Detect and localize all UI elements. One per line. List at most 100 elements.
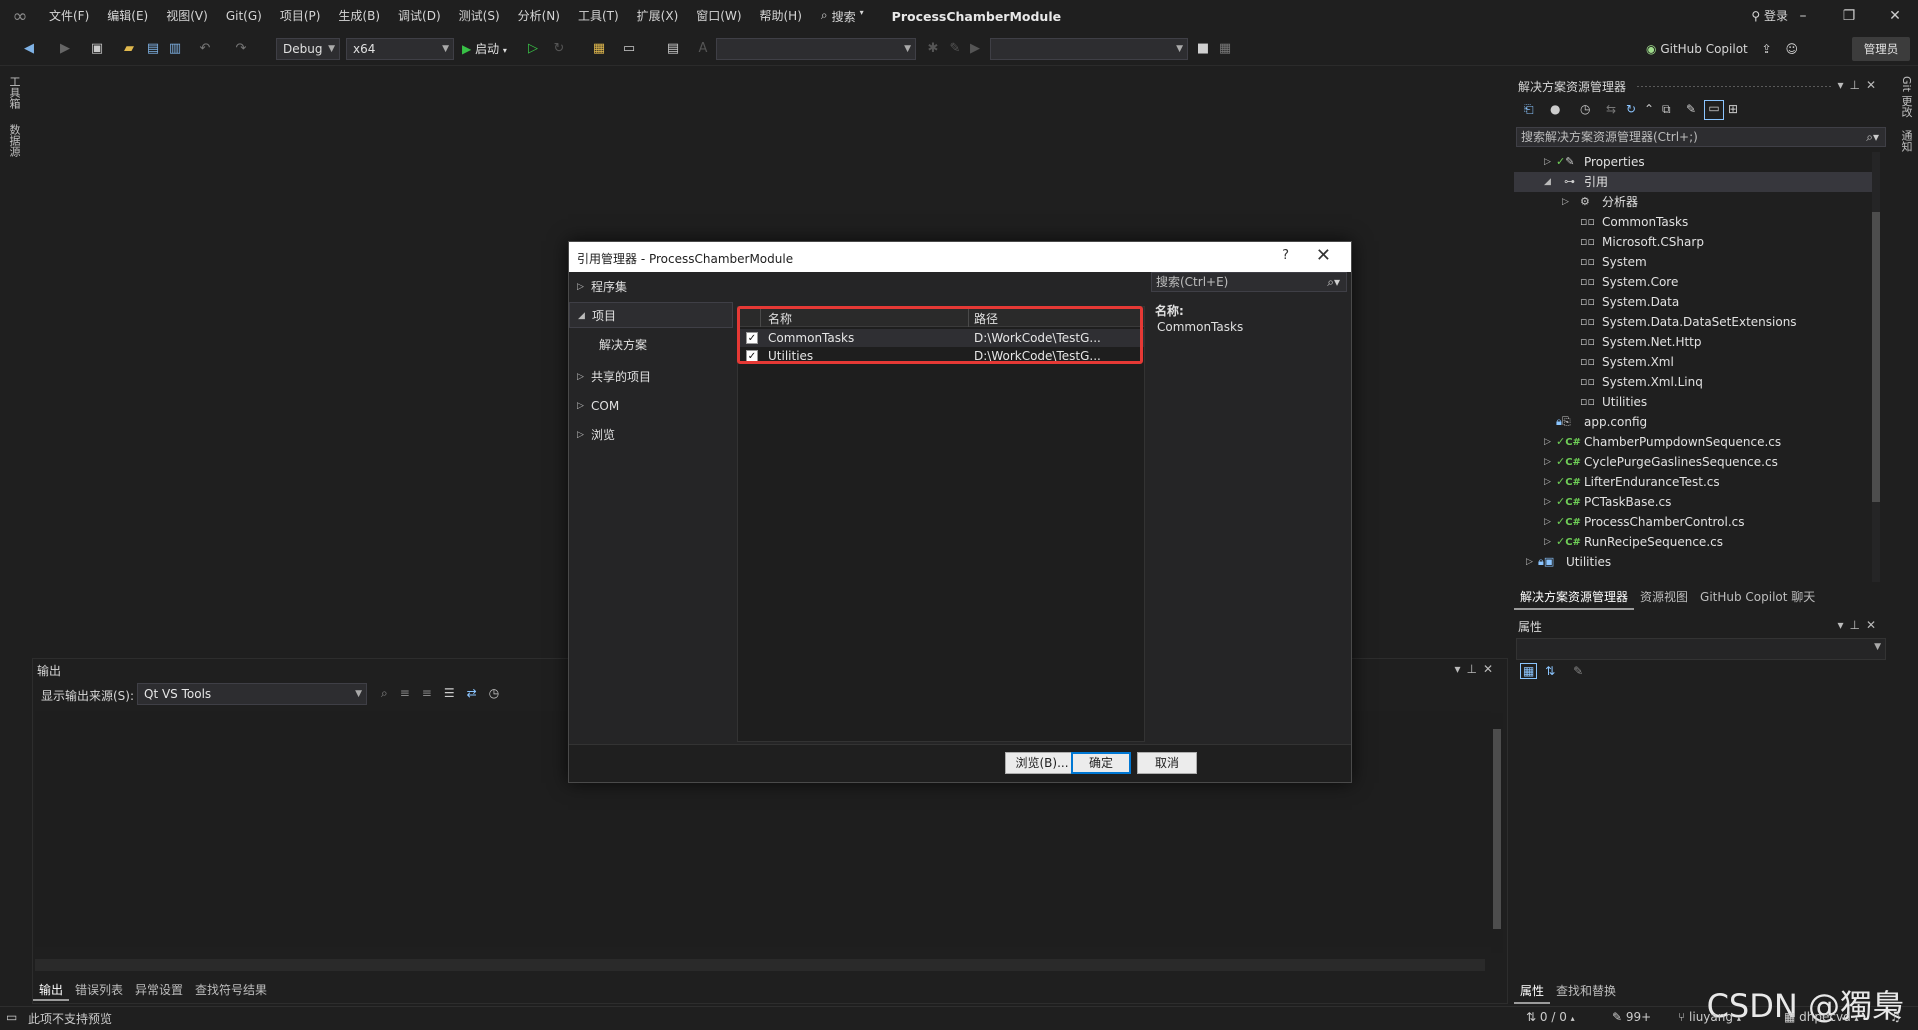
expand-arrow-icon[interactable]: ▷ xyxy=(1544,152,1556,172)
pending-changes-icon[interactable]: ◷ xyxy=(1580,102,1590,116)
tab-error-list[interactable]: 错误列表 xyxy=(69,979,129,1001)
expand-arrow-icon[interactable]: ▷ xyxy=(1544,452,1556,472)
properties-object-select[interactable]: ▼ xyxy=(1516,638,1886,660)
tree-item-cs-file[interactable]: ▷ ✓C# ProcessChamberControl.cs xyxy=(1514,512,1874,532)
categorized-icon[interactable]: ▦ xyxy=(1520,663,1538,679)
preview-selected-icon[interactable]: ▭ xyxy=(1704,100,1724,120)
chevron-down-icon[interactable]: ▾ xyxy=(1837,618,1849,632)
format-icon[interactable]: A xyxy=(694,40,712,58)
toolbar-combo-1[interactable]: ▼ xyxy=(716,38,916,60)
reference-checkbox[interactable]: ✓ xyxy=(746,332,758,344)
chevron-down-icon[interactable]: ▾ xyxy=(1454,662,1466,676)
git-repository[interactable]: ▦ dhpecvd ▴ xyxy=(1784,1010,1859,1024)
scrollbar-thumb[interactable] xyxy=(1493,729,1501,929)
new-project-icon[interactable]: ▣ xyxy=(88,40,106,58)
menu-test[interactable]: 测试(S) xyxy=(450,0,509,32)
pin-icon[interactable]: ⊥ xyxy=(1849,78,1865,92)
tree-item-cs-file[interactable]: ▷ ✓C# LifterEnduranceTest.cs xyxy=(1514,472,1874,492)
nav-assemblies[interactable]: ▷ 程序集 xyxy=(569,274,733,300)
timestamp-icon[interactable]: ◷ xyxy=(489,686,511,700)
attach-icon[interactable]: ✱ xyxy=(924,40,942,58)
dialog-search-input[interactable]: 搜索(Ctrl+E) ⌕▾ xyxy=(1151,272,1347,292)
panel-grip[interactable] xyxy=(1636,85,1832,88)
expand-arrow-icon[interactable]: ▷ xyxy=(1526,552,1538,572)
redo-icon[interactable]: ↷ xyxy=(232,40,250,58)
expand-arrow-icon[interactable]: ▷ xyxy=(1544,472,1556,492)
github-copilot-button[interactable]: ◉ GitHub Copilot ⇪ ☺ xyxy=(1646,38,1798,60)
menu-help[interactable]: 帮助(H) xyxy=(751,0,811,32)
toolbar-options-icon[interactable]: ▦ xyxy=(1216,40,1234,58)
tab-exception-settings[interactable]: 异常设置 xyxy=(129,979,189,1001)
git-changes-tab[interactable]: Git 更改 xyxy=(1898,76,1914,117)
word-wrap-icon[interactable]: ⇄ xyxy=(467,686,489,700)
column-name-header[interactable]: 名称 xyxy=(768,310,792,327)
tree-item-references[interactable]: ◢ ⊶ 引用 xyxy=(1514,172,1874,192)
nav-browse[interactable]: ▷ 浏览 xyxy=(569,422,733,448)
solution-platform-select[interactable]: x64 ▼ xyxy=(346,38,454,60)
start-without-debugging-icon[interactable]: ▷ xyxy=(524,40,542,58)
tree-item-cs-file[interactable]: ▷ ✓C# RunRecipeSequence.cs xyxy=(1514,532,1874,552)
horizontal-scrollbar[interactable] xyxy=(35,959,1485,971)
git-branch[interactable]: ⑂ liuyang ▴ xyxy=(1678,1010,1741,1024)
menu-project[interactable]: 项目(P) xyxy=(271,0,330,32)
vertical-scrollbar[interactable] xyxy=(1491,713,1503,953)
data-sources-tab[interactable]: 数据源 xyxy=(6,124,22,157)
menu-window[interactable]: 窗口(W) xyxy=(687,0,750,32)
tree-item-cs-file[interactable]: ▷ ✓C# CyclePurgeGaslinesSequence.cs xyxy=(1514,452,1874,472)
nav-com[interactable]: ▷ COM xyxy=(569,393,733,419)
tree-item-reference[interactable]: ▫▫ System xyxy=(1514,252,1874,272)
reference-row[interactable]: ✓ Utilities D:\WorkCode\TestG... xyxy=(738,347,1144,365)
notifications-bell-icon[interactable]: ♫ xyxy=(1890,1010,1901,1024)
menu-build[interactable]: 生成(B) xyxy=(329,0,389,32)
menu-file[interactable]: 文件(F) xyxy=(40,0,98,32)
pen-icon[interactable]: ✎ xyxy=(946,40,964,58)
expand-arrow-icon[interactable]: ▷ xyxy=(1562,192,1574,212)
pin-icon[interactable]: ⊥ xyxy=(1466,662,1482,676)
tab-output[interactable]: 输出 xyxy=(33,979,70,1001)
class-diagram-icon[interactable]: ⊞ xyxy=(1728,102,1738,116)
home-icon[interactable]: ● xyxy=(1550,102,1560,116)
tree-item-analyzers[interactable]: ▷ ⚙ 分析器 xyxy=(1514,192,1874,212)
menu-edit[interactable]: 编辑(E) xyxy=(98,0,157,32)
close-window-button[interactable]: ✕ xyxy=(1872,0,1918,32)
expand-arrow-icon[interactable]: ▷ xyxy=(1544,492,1556,512)
column-divider[interactable] xyxy=(760,307,761,327)
hot-reload-icon[interactable]: ↻ xyxy=(550,40,568,58)
switch-views-icon[interactable]: ⎗ xyxy=(1524,102,1534,117)
tree-item-cs-file[interactable]: ▷ ✓C# PCTaskBase.cs xyxy=(1514,492,1874,512)
cancel-button[interactable]: 取消 xyxy=(1137,752,1197,774)
menu-view[interactable]: 视图(V) xyxy=(157,0,217,32)
sync-icon[interactable]: ⇆ xyxy=(1606,102,1616,116)
toolbar-combo-2[interactable]: ▼ xyxy=(990,38,1188,60)
pin-icon[interactable]: ⊥ xyxy=(1849,618,1865,632)
tab-find-symbol-results[interactable]: 查找符号结果 xyxy=(189,979,273,1001)
notifications-tab[interactable]: 通知 xyxy=(1898,130,1914,152)
run-icon[interactable]: ▶ xyxy=(966,40,984,58)
tree-item-reference[interactable]: ▫▫ System.Core xyxy=(1514,272,1874,292)
tree-item-cs-file[interactable]: ▷ ✓C# ChamberPumpdownSequence.cs xyxy=(1514,432,1874,452)
close-icon[interactable]: ✕ xyxy=(1866,78,1882,92)
tab-properties[interactable]: 属性 xyxy=(1514,980,1551,1004)
collapse-all-icon[interactable]: ⌃ xyxy=(1644,102,1654,116)
tree-item-properties[interactable]: ▷ ✓✎ Properties xyxy=(1514,152,1874,172)
ok-button[interactable]: 确定 xyxy=(1071,752,1131,774)
collapse-arrow-icon[interactable]: ◢ xyxy=(1544,172,1556,192)
save-all-icon[interactable]: ▥ xyxy=(166,40,184,58)
nav-shared-projects[interactable]: ▷ 共享的项目 xyxy=(569,364,733,390)
solution-explorer-search[interactable]: 搜索解决方案资源管理器(Ctrl+;) ⌕▾ xyxy=(1516,127,1886,147)
toolbox-tab[interactable]: 工具箱 xyxy=(6,76,22,109)
solution-configuration-select[interactable]: Debug ▼ xyxy=(276,38,340,60)
restore-button[interactable]: ❐ xyxy=(1826,0,1872,32)
expand-arrow-icon[interactable]: ▷ xyxy=(1544,532,1556,552)
global-search-button[interactable]: ⌕ 搜索 ▾ xyxy=(811,8,874,25)
solution-folder-icon[interactable]: ▦ xyxy=(590,40,608,58)
help-button[interactable]: ? xyxy=(1282,248,1289,263)
dialog-close-button[interactable]: ✕ xyxy=(1316,245,1331,266)
column-path-header[interactable]: 路径 xyxy=(974,310,998,327)
expand-arrow-icon[interactable]: ▷ xyxy=(1544,512,1556,532)
tree-item-reference[interactable]: ▫▫ Utilities xyxy=(1514,392,1874,412)
tab-find-replace[interactable]: 查找和替换 xyxy=(1550,980,1622,1004)
tree-item-reference[interactable]: ▫▫ System.Data.DataSetExtensions xyxy=(1514,312,1874,332)
tab-solution-explorer[interactable]: 解决方案资源管理器 xyxy=(1514,586,1635,610)
reference-row[interactable]: ✓ CommonTasks D:\WorkCode\TestG... xyxy=(738,329,1144,347)
